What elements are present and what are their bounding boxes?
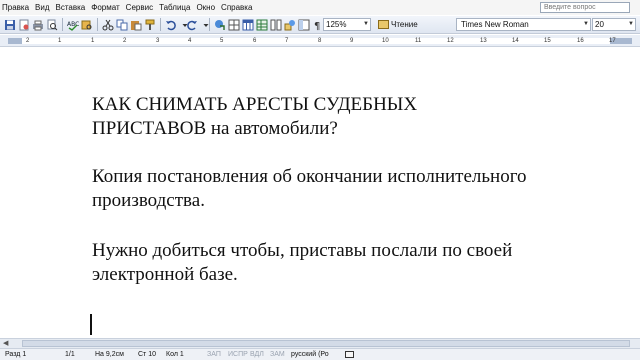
document-paragraph[interactable]: КАК СНИМАТЬ АРЕСТЫ СУДЕБНЫХ ПРИСТАВОВ на… <box>92 93 632 141</box>
zoom-value: 125% <box>326 20 347 29</box>
status-section: Разд 1 <box>5 351 27 358</box>
reading-label: Чтение <box>391 20 418 29</box>
menu-edit[interactable]: Правка <box>0 0 32 15</box>
spelling-icon[interactable]: ABC <box>67 19 79 31</box>
ruler-number: 12 <box>447 38 454 44</box>
ruler-number: 1 <box>58 38 62 44</box>
print-preview-icon[interactable] <box>46 19 58 31</box>
ruler-left-margin[interactable] <box>8 38 22 44</box>
book-icon <box>378 20 389 29</box>
columns-icon[interactable] <box>270 19 282 31</box>
text-line: ПРИСТАВОВ на автомобили? <box>92 118 338 139</box>
menu-help[interactable]: Справка <box>218 0 255 15</box>
copy-icon[interactable] <box>116 19 128 31</box>
toolbar-separator <box>97 18 98 31</box>
hyperlink-icon[interactable] <box>214 19 226 31</box>
undo-dropdown-icon[interactable] <box>179 19 188 31</box>
menu-view[interactable]: Вид <box>32 0 52 15</box>
ruler-number: 2 <box>123 38 127 44</box>
status-position: На 9,2см <box>95 351 124 358</box>
menu-table[interactable]: Таблица <box>156 0 193 15</box>
font-size-select[interactable]: 20 ▼ <box>592 18 636 31</box>
menu-insert[interactable]: Вставка <box>53 0 89 15</box>
document-page[interactable]: КАК СНИМАТЬ АРЕСТЫ СУДЕБНЫХ ПРИСТАВОВ на… <box>0 48 640 338</box>
ruler-number: 6 <box>253 38 257 44</box>
reading-layout-button[interactable]: Чтение <box>378 18 418 31</box>
toolbar-separator <box>62 18 63 31</box>
chevron-down-icon[interactable]: ▼ <box>628 19 634 30</box>
font-size-value: 20 <box>595 20 604 29</box>
chevron-down-icon[interactable]: ▼ <box>363 19 369 30</box>
ruler-number: 4 <box>188 38 192 44</box>
text-line: Копия постановления об окончании исполни… <box>92 166 527 187</box>
ruler-number: 14 <box>512 38 519 44</box>
svg-text:¶: ¶ <box>314 21 320 31</box>
text-cursor <box>90 314 92 335</box>
status-extend-selection[interactable]: ВДЛ <box>250 349 264 360</box>
insert-table-icon[interactable] <box>242 19 254 31</box>
print-icon[interactable] <box>32 19 44 31</box>
ruler-number: 7 <box>285 38 289 44</box>
chevron-down-icon[interactable]: ▼ <box>583 19 589 30</box>
standard-toolbar: ABC ¶ 125% ▼ Чтение Times New Roman ▼ 20… <box>0 15 640 34</box>
tables-borders-icon[interactable] <box>228 19 240 31</box>
redo-dropdown-icon[interactable] <box>200 19 209 31</box>
menu-format[interactable]: Формат <box>88 0 122 15</box>
document-map-icon[interactable] <box>298 19 310 31</box>
ruler-number: 10 <box>382 38 389 44</box>
menu-window[interactable]: Окно <box>193 0 218 15</box>
ruler-number: 13 <box>480 38 487 44</box>
document-paragraph[interactable]: Нужно добиться чтобы, приставы послали п… <box>92 239 632 287</box>
menu-bar: Правка Вид Вставка Формат Сервис Таблица… <box>0 0 640 15</box>
redo-icon[interactable] <box>186 19 198 31</box>
ruler-number: 15 <box>544 38 551 44</box>
menu-tools[interactable]: Сервис <box>123 0 156 15</box>
ruler-number: 2 <box>26 38 30 44</box>
drawing-icon[interactable] <box>284 19 296 31</box>
font-name-select[interactable]: Times New Roman ▼ <box>456 18 591 31</box>
ruler-number: 11 <box>415 38 422 44</box>
ruler-number: 16 <box>577 38 584 44</box>
font-name-value: Times New Roman <box>461 20 529 29</box>
ruler-number: 3 <box>156 38 160 44</box>
ruler-number: 8 <box>318 38 322 44</box>
undo-icon[interactable] <box>165 19 177 31</box>
ruler-number: 5 <box>220 38 224 44</box>
text-line: КАК СНИМАТЬ АРЕСТЫ СУДЕБНЫХ <box>92 94 418 115</box>
spelling-status-icon[interactable] <box>345 351 354 358</box>
status-column: Кол 1 <box>166 351 184 358</box>
horizontal-ruler[interactable]: 2 1 1 2 3 4 5 6 7 8 9 10 11 12 13 14 15 16 17 <box>0 35 640 47</box>
svg-text:ABC: ABC <box>67 21 79 28</box>
save-icon[interactable] <box>4 19 16 31</box>
scroll-left-icon[interactable]: ◀ <box>3 339 8 348</box>
text-line: электронной базе. <box>92 264 238 285</box>
research-icon[interactable] <box>81 19 93 31</box>
text-line: Нужно добиться чтобы, приставы послали п… <box>92 240 513 261</box>
zoom-select[interactable]: 125% ▼ <box>323 18 371 31</box>
format-painter-icon[interactable] <box>144 19 156 31</box>
scroll-thumb[interactable] <box>22 340 630 347</box>
horizontal-scrollbar[interactable]: ◀ <box>0 338 640 348</box>
status-bar: Разд 1 1/1 На 9,2см Ст 10 Кол 1 ЗАП ИСПР… <box>0 348 640 360</box>
status-language[interactable]: русский (Ро <box>291 349 329 360</box>
status-track-changes[interactable]: ИСПР <box>228 349 248 360</box>
ask-question-box[interactable]: Введите вопрос <box>540 2 630 13</box>
insert-excel-icon[interactable] <box>256 19 268 31</box>
ruler-number: 1 <box>91 38 95 44</box>
toolbar-separator <box>160 18 161 31</box>
status-line: Ст 10 <box>138 351 156 358</box>
paste-icon[interactable] <box>130 19 142 31</box>
text-line: производства. <box>92 190 205 211</box>
cut-icon[interactable] <box>102 19 114 31</box>
permission-icon[interactable] <box>18 19 30 31</box>
document-paragraph[interactable]: Копия постановления об окончании исполни… <box>92 165 632 213</box>
status-record-macro[interactable]: ЗАП <box>207 349 221 360</box>
status-page: 1/1 <box>65 351 75 358</box>
status-overtype[interactable]: ЗАМ <box>270 349 285 360</box>
ruler-number: 9 <box>350 38 354 44</box>
ruler-number: 17 <box>609 38 616 44</box>
